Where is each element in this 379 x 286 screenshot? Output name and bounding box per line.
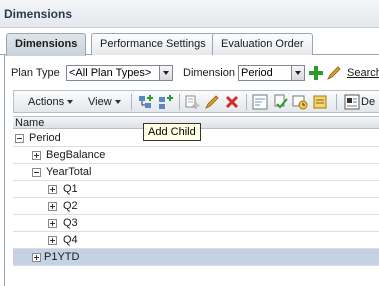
view-menu[interactable]: View xyxy=(88,96,121,108)
member-formula-icon[interactable] xyxy=(252,94,268,110)
table-row-selected[interactable]: P1YTD xyxy=(13,249,379,266)
expand-icon[interactable] xyxy=(48,202,57,211)
tab-performance-settings[interactable]: Performance Settings xyxy=(91,33,215,55)
table-row[interactable]: Q4 xyxy=(13,232,379,249)
add-child-icon[interactable] xyxy=(138,94,154,110)
window-title: Dimensions xyxy=(4,7,73,21)
table-row[interactable]: Q2 xyxy=(13,198,379,215)
name-column-header[interactable]: Name xyxy=(15,117,44,129)
window-titlebar: Dimensions xyxy=(0,0,379,28)
toolbar-separator xyxy=(336,94,337,110)
member-label: Q4 xyxy=(63,234,78,246)
expand-icon[interactable] xyxy=(48,236,57,245)
toolbar-trailing-label[interactable]: De xyxy=(361,96,375,108)
expand-icon[interactable] xyxy=(48,185,57,194)
member-label: YearTotal xyxy=(46,166,92,178)
member-label: Period xyxy=(29,132,61,144)
add-shared-member-icon[interactable] xyxy=(184,94,200,110)
actions-menu[interactable]: Actions xyxy=(28,96,74,108)
toolbar-separator xyxy=(246,94,247,110)
member-label: Q2 xyxy=(63,200,78,212)
plan-type-label: Plan Type xyxy=(11,67,60,79)
add-sibling-icon[interactable] xyxy=(158,94,174,110)
plan-type-value: <All Plan Types> xyxy=(69,67,152,79)
dimension-tree-grid: Name Period BegBalance YearTotal Q1 Q2 Q… xyxy=(13,116,379,286)
expand-icon[interactable] xyxy=(32,253,41,262)
member-label: BegBalance xyxy=(46,149,106,161)
edit-member-icon[interactable] xyxy=(204,94,220,110)
search-link[interactable]: Search xyxy=(347,67,379,79)
dimensions-panel: Plan Type <All Plan Types> Dimension Per… xyxy=(4,55,379,286)
table-row[interactable]: Q3 xyxy=(13,215,379,232)
chevron-down-icon[interactable] xyxy=(291,66,304,80)
tab-dimensions[interactable]: Dimensions xyxy=(6,33,87,56)
tab-bar: Dimensions Performance Settings Evaluati… xyxy=(0,33,379,56)
chevron-down-icon xyxy=(114,100,121,105)
expand-icon[interactable] xyxy=(48,219,57,228)
member-label: Q1 xyxy=(63,183,78,195)
member-label: Q3 xyxy=(63,217,78,229)
toolbar-separator xyxy=(131,94,132,110)
tab-dimensions-label: Dimensions xyxy=(15,38,78,50)
collapse-icon[interactable] xyxy=(32,168,41,177)
grid-toolbar: Actions View De xyxy=(13,90,379,113)
dimension-value: Period xyxy=(241,67,273,79)
plan-type-select[interactable]: <All Plan Types> xyxy=(66,65,173,81)
member-label: P1YTD xyxy=(44,251,80,263)
table-row[interactable]: YearTotal xyxy=(13,164,379,181)
toolbar-separator xyxy=(179,94,180,110)
table-row[interactable]: BegBalance xyxy=(13,147,379,164)
clock-icon[interactable] xyxy=(292,94,308,110)
refresh-database-icon[interactable] xyxy=(312,94,328,110)
dimension-label: Dimension xyxy=(183,67,235,79)
tab-evaluation-order[interactable]: Evaluation Order xyxy=(212,33,313,55)
layout-icon[interactable] xyxy=(344,94,360,110)
tooltip: Add Child xyxy=(143,123,201,141)
chevron-down-icon xyxy=(67,100,74,105)
delete-member-icon[interactable] xyxy=(224,94,240,110)
filter-bar: Plan Type <All Plan Types> Dimension Per… xyxy=(5,55,379,85)
dimension-select[interactable]: Period xyxy=(238,65,305,81)
expand-icon[interactable] xyxy=(32,151,41,160)
actions-menu-label: Actions xyxy=(28,96,65,108)
table-row[interactable]: Q1 xyxy=(13,181,379,198)
edit-dimension-icon[interactable] xyxy=(326,65,342,81)
tab-evaluation-order-label: Evaluation Order xyxy=(221,38,304,50)
add-dimension-icon[interactable] xyxy=(308,65,324,81)
validate-check-icon[interactable] xyxy=(272,94,288,110)
view-menu-label: View xyxy=(88,96,112,108)
chevron-down-icon[interactable] xyxy=(159,66,172,80)
collapse-icon[interactable] xyxy=(15,134,24,143)
tab-performance-settings-label: Performance Settings xyxy=(100,38,206,50)
